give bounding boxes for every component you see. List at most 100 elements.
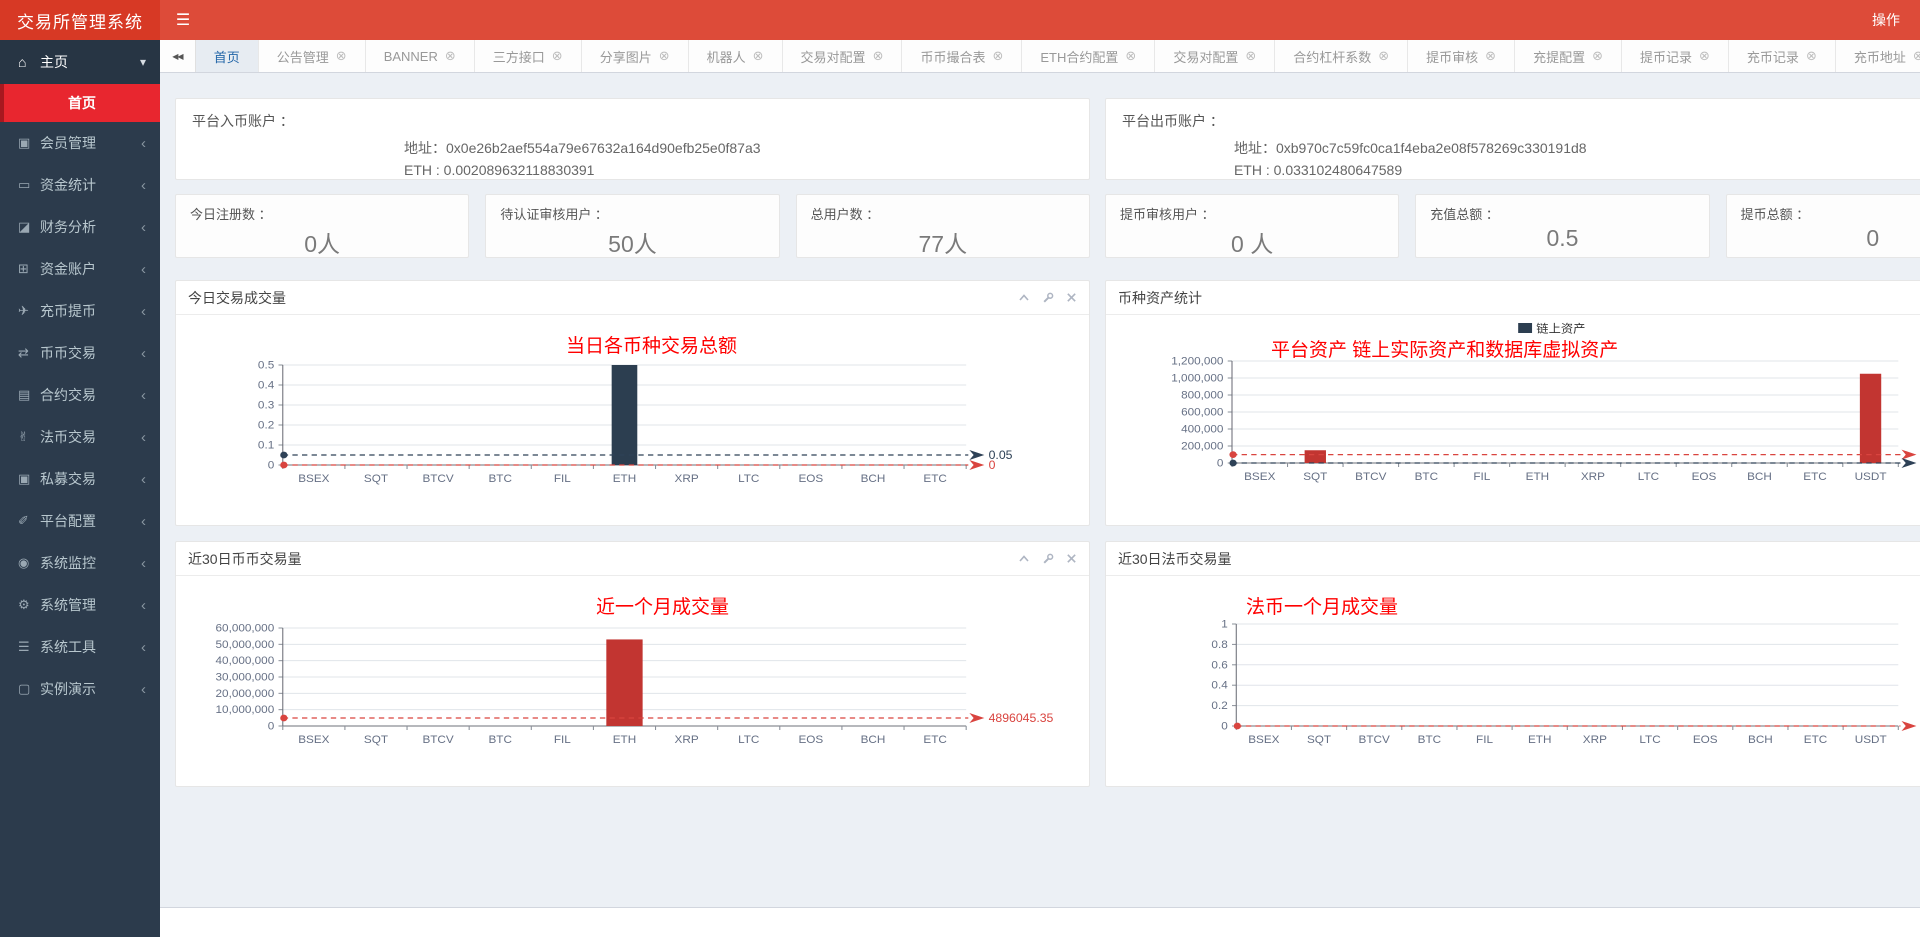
- svg-text:EOS: EOS: [798, 473, 823, 485]
- tab-3[interactable]: 三方接口⊗: [475, 40, 582, 72]
- tab-15[interactable]: 充币地址⊗: [1836, 40, 1920, 72]
- platform-config-icon: ✐: [18, 513, 40, 529]
- stat-label: 总用户数 ：: [811, 204, 1075, 223]
- tab-7[interactable]: 币币撮合表⊗: [902, 40, 1022, 72]
- hamburger-icon[interactable]: ☰: [160, 0, 206, 40]
- svg-text:BCH: BCH: [861, 473, 886, 485]
- sidebar-item-7[interactable]: ▤合约交易‹: [0, 374, 160, 416]
- settings-wrench-button[interactable]: [1042, 292, 1054, 304]
- sidebar-item-6[interactable]: ⇄币币交易‹: [0, 332, 160, 374]
- open-tabs: 首页公告管理⊗BANNER⊗三方接口⊗分享图片⊗机器人⊗交易对配置⊗币币撮合表⊗…: [196, 40, 1920, 72]
- sidebar-item-12[interactable]: ⚙系统管理‹: [0, 584, 160, 626]
- sidebar-item-9[interactable]: ▣私募交易‹: [0, 458, 160, 500]
- tab-12[interactable]: 充提配置 ⊗: [1515, 40, 1622, 72]
- close-panel-button[interactable]: [1066, 292, 1077, 303]
- brand-logo[interactable]: 交易所管理系统: [0, 0, 160, 40]
- tab-11[interactable]: 提币审核 ⊗: [1408, 40, 1515, 72]
- sidebar-item-14[interactable]: ▢实例演示‹: [0, 668, 160, 710]
- tab-5[interactable]: 机器人⊗: [689, 40, 783, 72]
- sidebar-item-1[interactable]: ▣会员管理‹: [0, 122, 160, 164]
- tab-close-icon[interactable]: ⊗: [1699, 48, 1710, 64]
- tab-6[interactable]: 交易对配置⊗: [783, 40, 903, 72]
- sidebar-item-8[interactable]: ✌法币交易‹: [0, 416, 160, 458]
- tab-close-icon[interactable]: ⊗: [336, 48, 347, 64]
- tab-close-icon[interactable]: ⊗: [1245, 48, 1256, 64]
- sidebar-item-11[interactable]: ◉系统监控‹: [0, 542, 160, 584]
- header-action-button[interactable]: 操作: [1852, 0, 1920, 40]
- tab-label: 提币记录: [1640, 47, 1692, 66]
- collapse-button[interactable]: [1018, 292, 1030, 304]
- stat-label: 充值总额 ：: [1430, 204, 1694, 223]
- tab-close-icon[interactable]: ⊗: [445, 48, 456, 64]
- account-panel-title: 平台入币账户 ：: [192, 111, 1073, 131]
- tab-close-icon[interactable]: ⊗: [873, 48, 884, 64]
- sidebar-item-label: 平台配置: [40, 511, 96, 531]
- svg-text:LTC: LTC: [738, 734, 759, 746]
- header-spacer: [206, 0, 1852, 40]
- chart-annotation: 平台资产 链上实际资产和数据库虚拟资产: [1271, 335, 1618, 362]
- stat-card-4: 提币审核用户 ：0 人: [1105, 194, 1399, 258]
- deposit-withdraw-icon: ✈: [18, 303, 40, 319]
- tab-1[interactable]: 公告管理⊗: [259, 40, 366, 72]
- chart-annotation: 近一个月成交量: [596, 592, 729, 619]
- system-admin-icon: ⚙: [18, 597, 40, 613]
- sidebar-item-dashboard-active[interactable]: 首页: [0, 84, 160, 122]
- chart-panel-title: 近30日法币交易量: [1118, 549, 1232, 569]
- sidebar-item-13[interactable]: ☰系统工具‹: [0, 626, 160, 668]
- tab-label: 充提配置: [1533, 47, 1585, 66]
- chart-panel-3: 近30日币币交易量010,000,00020,000,00030,000,000…: [175, 541, 1090, 787]
- stat-value: 0: [1741, 225, 1920, 252]
- collapse-button[interactable]: [1018, 553, 1030, 565]
- tab-label: 提币审核: [1426, 47, 1478, 66]
- tab-close-icon[interactable]: ⊗: [1592, 48, 1603, 64]
- sidebar-item-2[interactable]: ▭资金统计‹: [0, 164, 160, 206]
- charts-row-1: 今日交易成交量00.10.20.30.40.5BSEXSQTBTCVBTCFIL…: [175, 280, 1920, 526]
- chart-annotation: 当日各币种交易总额: [566, 331, 737, 358]
- tab-8[interactable]: ETH合约配置⊗: [1022, 40, 1155, 72]
- tab-14[interactable]: 充币记录⊗: [1729, 40, 1836, 72]
- scroll-tabs-left-button[interactable]: ◀◀: [160, 40, 196, 72]
- tab-9[interactable]: 交易对配置⊗: [1155, 40, 1275, 72]
- settings-wrench-button[interactable]: [1042, 553, 1054, 565]
- chevron-left-icon: ‹: [141, 262, 146, 277]
- account-panels-row: 平台入币账户 ：地址：0x0e26b2aef554a79e67632a164d9…: [175, 98, 1920, 180]
- close-panel-button[interactable]: [1066, 553, 1077, 564]
- tab-close-icon[interactable]: ⊗: [552, 48, 563, 64]
- chevron-down-icon: ▾: [140, 55, 146, 69]
- sidebar-item-3[interactable]: ◪财务分析‹: [0, 206, 160, 248]
- svg-text:1,000,000: 1,000,000: [1171, 373, 1223, 385]
- sidebar-item-5[interactable]: ✈充币提币‹: [0, 290, 160, 332]
- tab-13[interactable]: 提币记录 ⊗: [1622, 40, 1729, 72]
- tab-2[interactable]: BANNER⊗: [366, 40, 475, 72]
- svg-text:BTC: BTC: [488, 734, 511, 746]
- address-value: 0x0e26b2aef554a79e67632a164d90efb25e0f87…: [446, 140, 761, 156]
- tab-bar: ◀◀ 首页公告管理⊗BANNER⊗三方接口⊗分享图片⊗机器人⊗交易对配置⊗币币撮…: [160, 40, 1920, 73]
- svg-text:EOS: EOS: [798, 734, 823, 746]
- tab-close-icon[interactable]: ⊗: [1913, 48, 1920, 64]
- tab-close-icon[interactable]: ⊗: [1378, 48, 1389, 64]
- tab-close-icon[interactable]: ⊗: [753, 48, 764, 64]
- sidebar-item-4[interactable]: ⊞资金账户‹: [0, 248, 160, 290]
- tab-close-icon[interactable]: ⊗: [1485, 48, 1496, 64]
- tab-close-icon[interactable]: ⊗: [1125, 48, 1136, 64]
- tab-10[interactable]: 合约杠杆系数⊗: [1275, 40, 1408, 72]
- sidebar-item-10[interactable]: ✐平台配置‹: [0, 500, 160, 542]
- sidebar-item-home-parent[interactable]: ⌂ 主页 ▾: [0, 40, 160, 84]
- svg-text:20,000,000: 20,000,000: [216, 688, 275, 700]
- svg-text:0.4: 0.4: [1211, 680, 1227, 692]
- account-lines: 地址：0xb970c7c59fc0ca1f4eba2e08f578269c330…: [1234, 137, 1920, 181]
- tab-4[interactable]: 分享图片⊗: [582, 40, 689, 72]
- address-value: 0xb970c7c59fc0ca1f4eba2e08f578269c330191…: [1276, 140, 1587, 156]
- tab-close-icon[interactable]: ⊗: [1806, 48, 1817, 64]
- sidebar-parent-label: 主页: [40, 52, 68, 72]
- svg-text:BTC: BTC: [1418, 734, 1441, 746]
- main-content: 平台入币账户 ：地址：0x0e26b2aef554a79e67632a164d9…: [160, 73, 1920, 907]
- svg-text:ETC: ETC: [1803, 471, 1826, 483]
- tab-home[interactable]: 首页: [196, 40, 259, 72]
- svg-text:XRP: XRP: [1583, 734, 1607, 746]
- tab-close-icon[interactable]: ⊗: [659, 48, 670, 64]
- chevron-left-icon: ‹: [141, 388, 146, 403]
- svg-text:XRP: XRP: [1581, 471, 1605, 483]
- account-address-line: 地址：0xb970c7c59fc0ca1f4eba2e08f578269c330…: [1234, 137, 1920, 159]
- tab-close-icon[interactable]: ⊗: [992, 48, 1003, 64]
